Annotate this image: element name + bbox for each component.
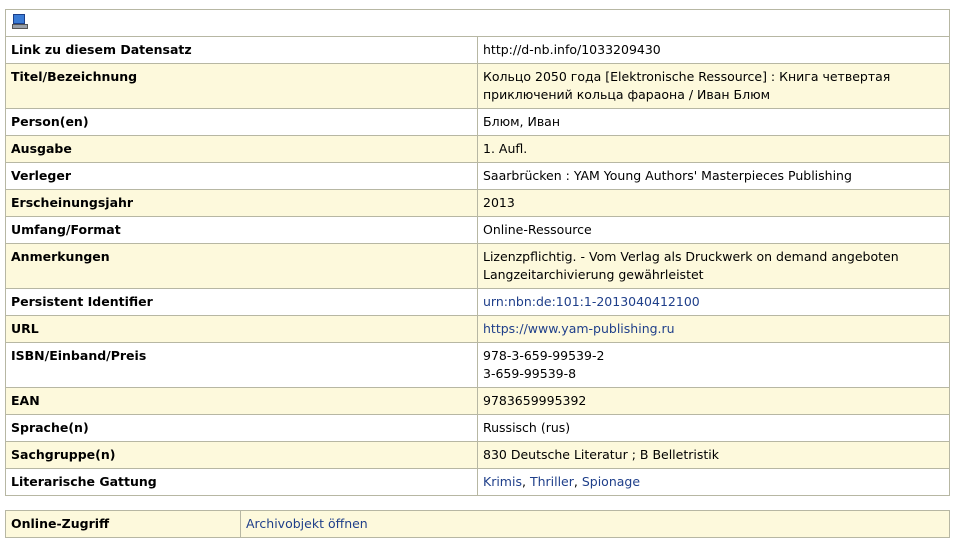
field-text: Russisch (rus) xyxy=(483,420,571,435)
record-row: Sprache(n) Russisch (rus) xyxy=(5,414,950,442)
field-value: 830 Deutsche Literatur ; B Belletristik xyxy=(477,441,950,469)
field-text: Кольцо 2050 года [Elektronische Ressourc… xyxy=(483,69,891,102)
toolbar-cell xyxy=(5,9,950,37)
record-table: Link zu diesem Datensatz http://d-nb.info… xyxy=(5,9,950,496)
field-label: URL xyxy=(5,315,478,343)
field-text: Saarbrücken : YAM Young Authors' Masterp… xyxy=(483,168,852,183)
link-separator: , xyxy=(573,474,582,489)
record-row: Person(en) Блюм, Иван xyxy=(5,108,950,136)
record-detail: Link zu diesem Datensatz http://d-nb.info… xyxy=(5,9,950,538)
online-access-row: Online-Zugriff Archivobjekt öffnen xyxy=(5,510,950,538)
field-value: Russisch (rus) xyxy=(477,414,950,442)
field-value: urn:nbn:de:101:1-2013040412100 xyxy=(477,288,950,316)
field-label: Link zu diesem Datensatz xyxy=(5,36,478,64)
field-label: Erscheinungsjahr xyxy=(5,189,478,217)
record-row: Umfang/Format Online-Ressource xyxy=(5,216,950,244)
field-value: Krimis, Thriller, Spionage xyxy=(477,468,950,496)
field-link[interactable]: urn:nbn:de:101:1-2013040412100 xyxy=(483,293,944,311)
archive-object-link[interactable]: Archivobjekt öffnen xyxy=(246,516,368,531)
field-text: 9783659995392 xyxy=(483,393,587,408)
record-row: ISBN/Einband/Preis 978-3-659-99539-2 3-659… xyxy=(5,342,950,388)
field-text: Lizenzpflichtig. - Vom Verlag als Druckw… xyxy=(483,249,899,264)
field-text: 2013 xyxy=(483,195,515,210)
field-text: 978-3-659-99539-2 xyxy=(483,348,605,363)
field-value: 2013 xyxy=(477,189,950,217)
field-value: 9783659995392 xyxy=(477,387,950,415)
field-value: https://www.yam-publishing.ru xyxy=(477,315,950,343)
genre-link[interactable]: Krimis xyxy=(483,474,522,489)
field-label: Persistent Identifier xyxy=(5,288,478,316)
field-label: Person(en) xyxy=(5,108,478,136)
record-row: Persistent Identifier urn:nbn:de:101:1-20… xyxy=(5,288,950,316)
field-value: Online-Ressource xyxy=(477,216,950,244)
field-value: Lizenzpflichtig. - Vom Verlag als Druckw… xyxy=(477,243,950,289)
record-row: Ausgabe 1. Aufl. xyxy=(5,135,950,163)
record-row: Literarische Gattung Krimis, Thriller, Sp… xyxy=(5,468,950,496)
field-label: Umfang/Format xyxy=(5,216,478,244)
field-label: Literarische Gattung xyxy=(5,468,478,496)
record-row: Titel/Bezeichnung Кольцо 2050 года [Elekt… xyxy=(5,63,950,109)
field-text: Langzeitarchivierung gewährleistet xyxy=(483,267,704,282)
record-row: Sachgruppe(n) 830 Deutsche Literatur ; B … xyxy=(5,441,950,469)
field-value: 1. Aufl. xyxy=(477,135,950,163)
computer-icon[interactable] xyxy=(11,13,28,29)
record-row: Erscheinungsjahr 2013 xyxy=(5,189,950,217)
record-row: Verleger Saarbrücken : YAM Young Authors'… xyxy=(5,162,950,190)
genre-link[interactable]: Thriller xyxy=(530,474,574,489)
field-label: Anmerkungen xyxy=(5,243,478,289)
record-row: URL https://www.yam-publishing.ru xyxy=(5,315,950,343)
record-row: EAN 9783659995392 xyxy=(5,387,950,415)
field-text: Блюм, Иван xyxy=(483,114,561,129)
field-text: http://d-nb.info/1033209430 xyxy=(483,42,661,57)
online-access-table: Online-Zugriff Archivobjekt öffnen xyxy=(5,510,950,538)
field-value: http://d-nb.info/1033209430 xyxy=(477,36,950,64)
field-text: 1. Aufl. xyxy=(483,141,528,156)
record-row: Anmerkungen Lizenzpflichtig. - Vom Verlag… xyxy=(5,243,950,289)
field-value: Блюм, Иван xyxy=(477,108,950,136)
field-text: 830 Deutsche Literatur ; B Belletristik xyxy=(483,447,719,462)
toolbar-row xyxy=(5,9,950,37)
field-label: EAN xyxy=(5,387,478,415)
field-label: ISBN/Einband/Preis xyxy=(5,342,478,388)
field-value: 978-3-659-99539-2 3-659-99539-8 xyxy=(477,342,950,388)
field-label: Titel/Bezeichnung xyxy=(5,63,478,109)
link-separator: , xyxy=(521,474,530,489)
field-text: Online-Ressource xyxy=(483,222,592,237)
field-label: Verleger xyxy=(5,162,478,190)
field-text: 3-659-99539-8 xyxy=(483,366,577,381)
online-access-value: Archivobjekt öffnen xyxy=(240,510,950,538)
field-value: Кольцо 2050 года [Elektronische Ressourc… xyxy=(477,63,950,109)
online-access-label: Online-Zugriff xyxy=(5,510,241,538)
field-label: Sprache(n) xyxy=(5,414,478,442)
record-row: Link zu diesem Datensatz http://d-nb.info… xyxy=(5,36,950,64)
field-label: Ausgabe xyxy=(5,135,478,163)
genre-link[interactable]: Spionage xyxy=(582,474,640,489)
field-label: Sachgruppe(n) xyxy=(5,441,478,469)
field-value: Saarbrücken : YAM Young Authors' Masterp… xyxy=(477,162,950,190)
field-link[interactable]: https://www.yam-publishing.ru xyxy=(483,320,944,338)
